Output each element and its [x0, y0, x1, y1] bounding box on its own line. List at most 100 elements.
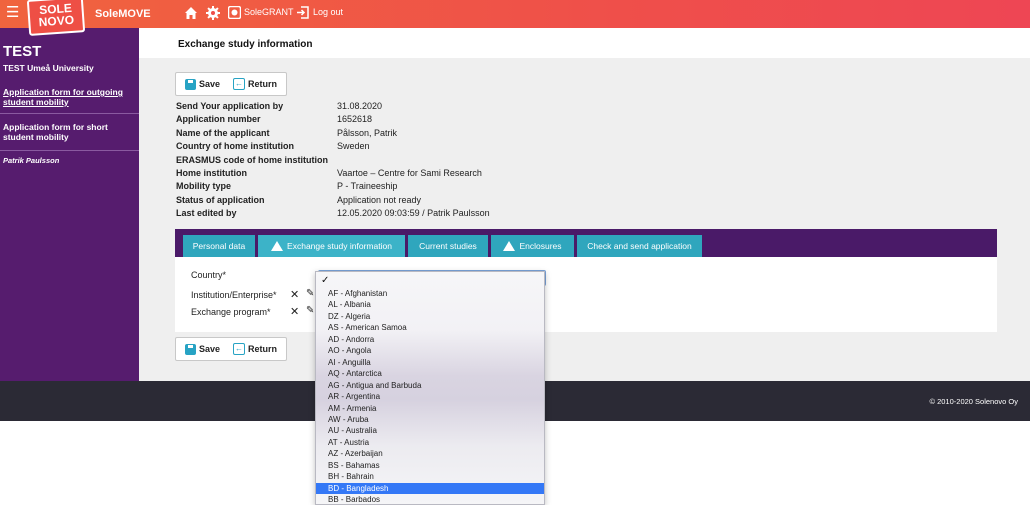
- dropdown-option[interactable]: AW - Aruba: [316, 414, 544, 425]
- tab-enclosures[interactable]: Enclosures: [491, 235, 574, 257]
- info-row: Home institution Vaartoe – Centre for Sam…: [176, 168, 696, 181]
- tab-label: Enclosures: [519, 241, 562, 251]
- tab-label: Personal data: [192, 241, 246, 251]
- country-label: Country*: [191, 270, 227, 280]
- return-button[interactable]: ← Return: [233, 77, 277, 91]
- sidebar-divider: [0, 113, 139, 114]
- info-key: Send Your application by: [176, 101, 284, 111]
- sidebar-item-outgoing-mobility[interactable]: Application form for outgoing student mo…: [3, 87, 135, 107]
- clear-program-close-icon[interactable]: ✕: [290, 305, 299, 318]
- info-key: Mobility type: [176, 181, 232, 192]
- info-key: Application number: [176, 114, 261, 125]
- dropdown-option[interactable]: AZ - Azerbaijan: [316, 448, 544, 459]
- info-value: 1652618: [337, 114, 373, 125]
- org-title: TEST: [3, 43, 42, 60]
- info-row: Last edited by 12.05.2020 09:03:59 / Patr…: [176, 208, 696, 221]
- info-row: Name of the applicant Pålsson, Patrik: [176, 128, 696, 141]
- tab-label: Current studies: [419, 241, 477, 251]
- warning-icon: [503, 241, 516, 251]
- info-key: Home institution: [176, 168, 247, 178]
- country-dropdown-list[interactable]: ✓ AF - Afghanistan AL - Albania DZ - Alger…: [315, 271, 545, 505]
- info-value: Application not ready: [337, 194, 422, 205]
- page-header: Exchange study information: [139, 28, 1030, 58]
- dropdown-option[interactable]: AG - Antigua and Barbuda: [316, 380, 544, 391]
- exchange-form: Country* Institution/Enterprise* ✕ ✎ Exc…: [175, 257, 997, 332]
- button-bar-top: Save ← Return: [175, 72, 287, 96]
- top-bar: ☰ SOLE NOVO SoleMOVE SoleGRANT Log out: [0, 0, 1030, 36]
- dropdown-option[interactable]: AS - American Samoa: [316, 322, 544, 333]
- sidebar-item-short-mobility[interactable]: Application form for short student mobil…: [3, 122, 135, 142]
- dropdown-option[interactable]: AF - Afghanistan: [316, 288, 544, 299]
- home-icon[interactable]: [183, 5, 199, 21]
- save-icon: [185, 78, 196, 90]
- return-icon: ←: [233, 343, 245, 355]
- info-value: Pålsson, Patrik: [337, 127, 398, 138]
- save-button[interactable]: Save: [185, 342, 220, 356]
- user-name: Patrik Paulsson: [3, 156, 60, 165]
- tab-check-and-send[interactable]: Check and send application: [577, 235, 702, 257]
- info-row: Country of home institution Sweden: [176, 141, 696, 154]
- dropdown-option[interactable]: AD - Andorra: [316, 334, 544, 345]
- info-value: Vaartoe – Centre for Sami Research: [337, 168, 482, 178]
- gear-icon[interactable]: [205, 5, 221, 21]
- save-button[interactable]: Save: [185, 77, 220, 91]
- tab-exchange-study-information[interactable]: Exchange study information: [258, 235, 405, 257]
- info-key: Status of application: [176, 194, 265, 205]
- sidebar-divider: [0, 150, 139, 151]
- info-row: Application number 1652618: [176, 114, 696, 127]
- warning-icon: [271, 241, 284, 251]
- dropdown-option[interactable]: AT - Austria: [316, 437, 544, 448]
- info-row: Send Your application by 31.08.2020: [176, 101, 696, 114]
- institution-label: Institution/Enterprise*: [191, 290, 277, 300]
- main-content: Exchange study information Save ← Return…: [139, 28, 1030, 381]
- dropdown-option[interactable]: AR - Argentina: [316, 391, 544, 402]
- logo-text-line2: NOVO: [38, 12, 75, 30]
- dropdown-option[interactable]: BD - Bangladesh: [316, 482, 544, 495]
- hamburger-icon[interactable]: ☰: [6, 5, 19, 21]
- info-value: Sweden: [337, 141, 370, 152]
- tab-bar: Personal data Exchange study information…: [175, 229, 997, 257]
- solegrant-link[interactable]: SoleGRANT: [244, 7, 294, 17]
- logout-icon[interactable]: [296, 6, 309, 19]
- dropdown-option[interactable]: AU - Australia: [316, 425, 544, 436]
- edit-institution-pencil-icon[interactable]: ✎: [306, 288, 314, 299]
- return-icon: ←: [233, 78, 245, 90]
- tab-current-studies[interactable]: Current studies: [408, 235, 488, 257]
- dropdown-option[interactable]: BB - Barbados: [316, 494, 544, 504]
- return-button[interactable]: ← Return: [233, 342, 277, 356]
- save-label: Save: [199, 344, 221, 354]
- sidebar: TEST TEST Umeå University Application fo…: [0, 28, 139, 381]
- info-row: Status of application Application not rea…: [176, 195, 696, 208]
- program-label: Exchange program*: [191, 307, 271, 317]
- dropdown-option[interactable]: AI - Anguilla: [316, 357, 544, 368]
- checkmark-icon: ✓: [321, 275, 330, 286]
- solenovo-logo[interactable]: SOLE NOVO: [26, 0, 86, 36]
- info-key: ERASMUS code of home institution: [176, 154, 328, 165]
- clear-institution-close-icon[interactable]: ✕: [290, 288, 299, 301]
- dropdown-option[interactable]: BS - Bahamas: [316, 460, 544, 471]
- info-key: Country of home institution: [176, 141, 294, 152]
- dropdown-option[interactable]: AL - Albania: [316, 299, 544, 310]
- button-bar-bottom: Save ← Return: [175, 337, 287, 361]
- dropdown-option[interactable]: BH - Bahrain: [316, 471, 544, 482]
- dropdown-option[interactable]: AO - Angola: [316, 345, 544, 356]
- dropdown-option[interactable]: DZ - Algeria: [316, 311, 544, 322]
- tab-label: Exchange study information: [287, 241, 392, 251]
- grant-icon[interactable]: [228, 6, 241, 19]
- app-name: SoleMOVE: [95, 8, 151, 20]
- info-key: Name of the applicant: [176, 127, 270, 138]
- edit-program-pencil-icon[interactable]: ✎: [306, 305, 314, 316]
- dropdown-option[interactable]: AM - Armenia: [316, 403, 544, 414]
- info-row: ERASMUS code of home institution: [176, 155, 696, 168]
- return-label: Return: [248, 79, 277, 89]
- save-label: Save: [199, 79, 221, 89]
- tab-personal-data[interactable]: Personal data: [183, 235, 255, 257]
- info-key: Last edited by: [176, 208, 237, 219]
- page-title: Exchange study information: [178, 39, 313, 50]
- info-value: 12.05.2020 09:03:59 / Patrik Paulsson: [337, 208, 490, 219]
- info-row: Mobility type P - Traineeship: [176, 181, 696, 194]
- return-label: Return: [248, 344, 277, 354]
- logout-link[interactable]: Log out: [313, 7, 343, 17]
- dropdown-option[interactable]: AQ - Antarctica: [316, 368, 544, 379]
- tab-label: Check and send application: [587, 241, 692, 251]
